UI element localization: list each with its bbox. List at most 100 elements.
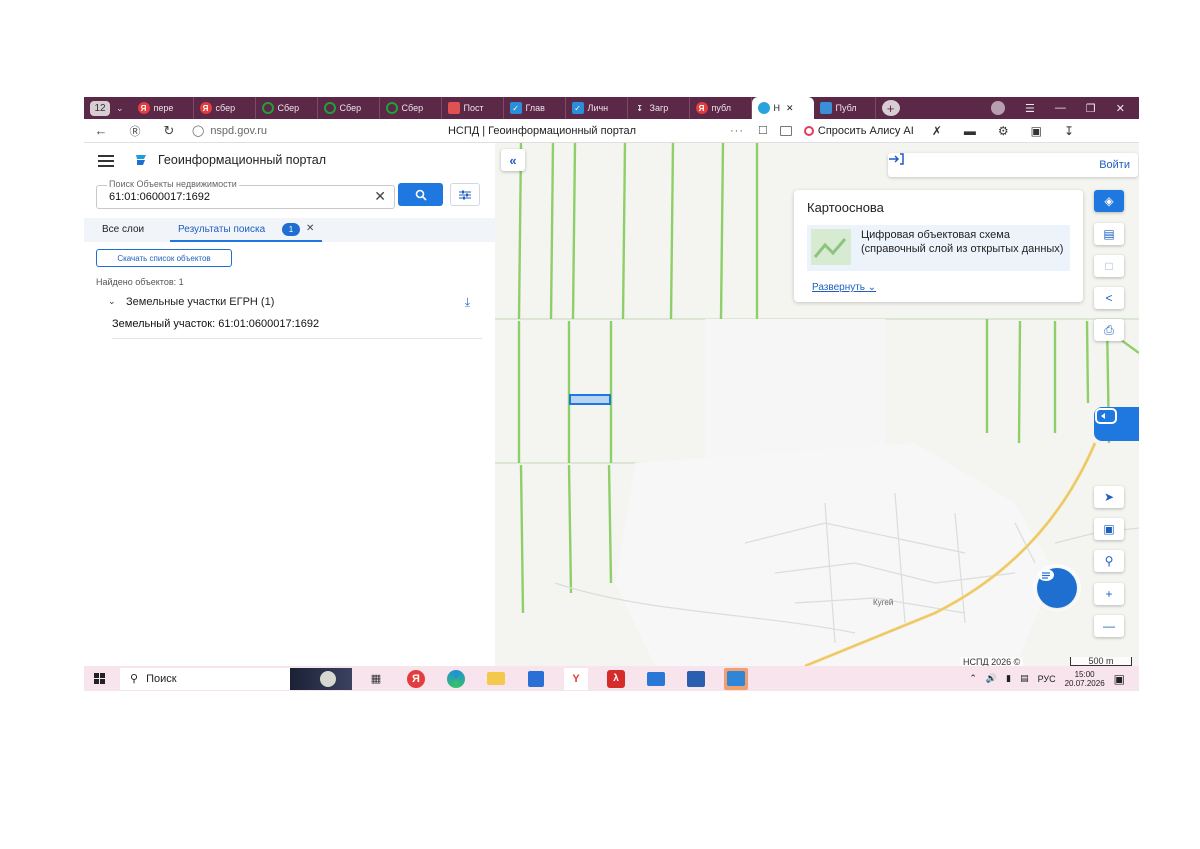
filter-settings-button[interactable] xyxy=(450,183,480,206)
zoom-out-button[interactable]: — xyxy=(1094,615,1124,637)
ruler-icon: ▤ xyxy=(1103,227,1115,241)
result-group-land-plots[interactable]: ⌄ Земельные участки ЕГРН (1) ⤓ xyxy=(108,295,470,312)
bookmarks-icon[interactable]: ☰ xyxy=(1025,102,1035,115)
select-area-icon: □ xyxy=(1105,259,1113,273)
new-tab-button[interactable]: + xyxy=(881,100,900,116)
extension-icon[interactable]: ✗ xyxy=(932,124,942,138)
battery-icon[interactable]: ▮ xyxy=(1006,673,1011,684)
alice-button[interactable]: Спросить Алису AI xyxy=(803,125,914,137)
windows-icon xyxy=(93,673,105,684)
browser-tab[interactable]: Сбер xyxy=(380,97,442,119)
browser-tab[interactable]: Япере xyxy=(132,97,194,119)
nspd-icon xyxy=(757,102,770,114)
taskbar-search[interactable]: ⚲ Поиск xyxy=(120,667,290,690)
tab-label: Сбер xyxy=(339,103,362,113)
hamburger-menu-icon[interactable] xyxy=(98,155,114,170)
reader-icon[interactable] xyxy=(779,125,792,136)
yandex-icon[interactable]: Y xyxy=(564,667,588,690)
close-window-icon[interactable]: ✕ xyxy=(1116,102,1125,115)
mail-icon[interactable] xyxy=(644,668,668,690)
browser-tab[interactable]: ✓ Личн xyxy=(566,97,628,119)
search-icon: ⚲ xyxy=(130,673,139,685)
back-arrow-icon[interactable]: ← xyxy=(84,123,118,138)
basemap-layer-card[interactable]: Цифровая объектовая схема (справочный сл… xyxy=(807,225,1070,271)
url-field[interactable]: ◯ nspd.gov.ru xyxy=(192,124,362,138)
close-results-icon[interactable]: ✕ xyxy=(306,223,314,234)
search-input-value[interactable]: 61:01:0600017:1692 xyxy=(109,191,210,203)
search-highlight-image[interactable] xyxy=(290,667,352,690)
acrobat-icon[interactable]: λ xyxy=(604,668,628,690)
browser-tab-strip: 12 ⌄ Япере Ясбер Сбер Сбер Сбер Пост ✓ Гл… xyxy=(84,97,1139,119)
file-explorer-icon[interactable] xyxy=(484,668,508,690)
share-tool-button[interactable]: < xyxy=(1094,287,1124,309)
map-icon xyxy=(819,102,832,114)
browser-tab[interactable]: Публ xyxy=(814,97,876,119)
print-tool-button[interactable]: ⎙ xyxy=(1094,319,1124,341)
browser-tab[interactable]: ↧ Загр xyxy=(628,97,690,119)
download-icon[interactable]: ⤓ xyxy=(465,295,470,310)
yandex-home-icon[interactable]: Ⓡ xyxy=(118,123,152,139)
clock[interactable]: 15:00 20.07.2026 xyxy=(1065,670,1105,688)
clear-search-icon[interactable]: ✕ xyxy=(374,188,386,205)
tab-search-results-label: Результаты поиска xyxy=(178,224,266,235)
collapse-panel-button[interactable]: « xyxy=(501,149,525,171)
restore-icon[interactable]: ❐ xyxy=(1086,102,1096,115)
bookmark-icon[interactable]: ☐ xyxy=(758,124,768,137)
notifications-icon[interactable]: ▣ xyxy=(1114,672,1125,686)
tab-all-layers[interactable]: Все слои xyxy=(102,224,144,235)
close-tab-icon[interactable]: ✕ xyxy=(786,103,794,114)
browser-tab[interactable]: Ясбер xyxy=(194,97,256,119)
photos-icon[interactable] xyxy=(724,667,748,690)
chevron-down-icon[interactable]: ⌄ xyxy=(108,296,116,307)
outlook-icon[interactable] xyxy=(684,668,708,690)
browser-tab[interactable]: Япубл xyxy=(690,97,752,119)
side-panel-toggle[interactable] xyxy=(1094,407,1139,441)
collections-icon[interactable]: ▣ xyxy=(1031,124,1042,138)
zoom-in-button[interactable]: + xyxy=(1094,583,1124,605)
tab-list-chevron-icon[interactable]: ⌄ xyxy=(116,103,124,114)
edge-icon[interactable] xyxy=(444,668,468,690)
basemap-thumbnail xyxy=(811,229,851,265)
search-on-map-button[interactable]: ⚲ xyxy=(1094,550,1124,572)
selected-land-plot[interactable] xyxy=(569,394,611,405)
network-icon[interactable]: ▤ xyxy=(1020,673,1029,684)
volume-icon[interactable]: 🔊 xyxy=(986,673,997,684)
chat-support-button[interactable] xyxy=(1037,568,1077,608)
browser-tab[interactable]: Сбер xyxy=(318,97,380,119)
geolocation-button[interactable]: ➤ xyxy=(1094,486,1124,508)
select-area-tool-button[interactable]: □ xyxy=(1094,255,1124,277)
map-view[interactable]: « Войти Картооснова Цифровая объектовая … xyxy=(495,143,1139,666)
ruler-tool-button[interactable]: ▤ xyxy=(1094,223,1124,245)
search-button[interactable] xyxy=(398,183,443,206)
expand-link[interactable]: Развернуть ⌄ xyxy=(812,282,876,293)
profile-avatar[interactable] xyxy=(991,101,1006,115)
layers-tool-button[interactable]: ◈ xyxy=(1094,190,1124,212)
login-button[interactable]: Войти xyxy=(888,153,1138,177)
reload-icon[interactable]: ↻ xyxy=(152,123,186,139)
download-list-button[interactable]: Скачать список объектов xyxy=(96,249,232,267)
minimize-icon[interactable]: — xyxy=(1055,102,1066,114)
language-indicator[interactable]: РУС xyxy=(1038,674,1056,684)
tab-search-results[interactable]: Результаты поиска 1 ✕ xyxy=(170,218,322,242)
chevron-up-icon[interactable]: ⌃ xyxy=(969,673,977,684)
more-icon[interactable]: ··· xyxy=(730,125,744,137)
browser-tab-active[interactable]: Н ✕ xyxy=(751,97,814,119)
browser-tab[interactable]: ✓ Глав xyxy=(504,97,566,119)
yandex-browser-icon[interactable]: Я xyxy=(404,668,428,690)
basemap-title: Картооснова xyxy=(807,200,884,215)
tab-count-button[interactable]: 12 xyxy=(90,100,110,116)
result-item-land-plot[interactable]: Земельный участок: 61:01:0600017:1692 xyxy=(112,318,482,339)
minimap-button[interactable]: ▣ xyxy=(1094,518,1124,540)
result-group-name: Земельные участки ЕГРН (1) xyxy=(126,296,275,308)
cadastral-search-input[interactable]: Поиск Объекты недвижимости 61:01:0600017… xyxy=(96,179,395,209)
store-icon[interactable] xyxy=(524,668,548,690)
cap-icon[interactable]: ▬ xyxy=(964,124,976,138)
browser-tab[interactable]: Сбер xyxy=(256,97,318,119)
puzzle-icon[interactable]: ⚙ xyxy=(998,124,1009,138)
yandex-icon: Я xyxy=(199,102,212,114)
task-view-icon[interactable]: ▦ xyxy=(364,668,388,690)
browser-tab[interactable]: Пост xyxy=(442,97,504,119)
chat-icon xyxy=(1038,569,1054,581)
start-button[interactable] xyxy=(84,673,114,684)
downloads-icon[interactable]: ↧ xyxy=(1064,124,1074,138)
